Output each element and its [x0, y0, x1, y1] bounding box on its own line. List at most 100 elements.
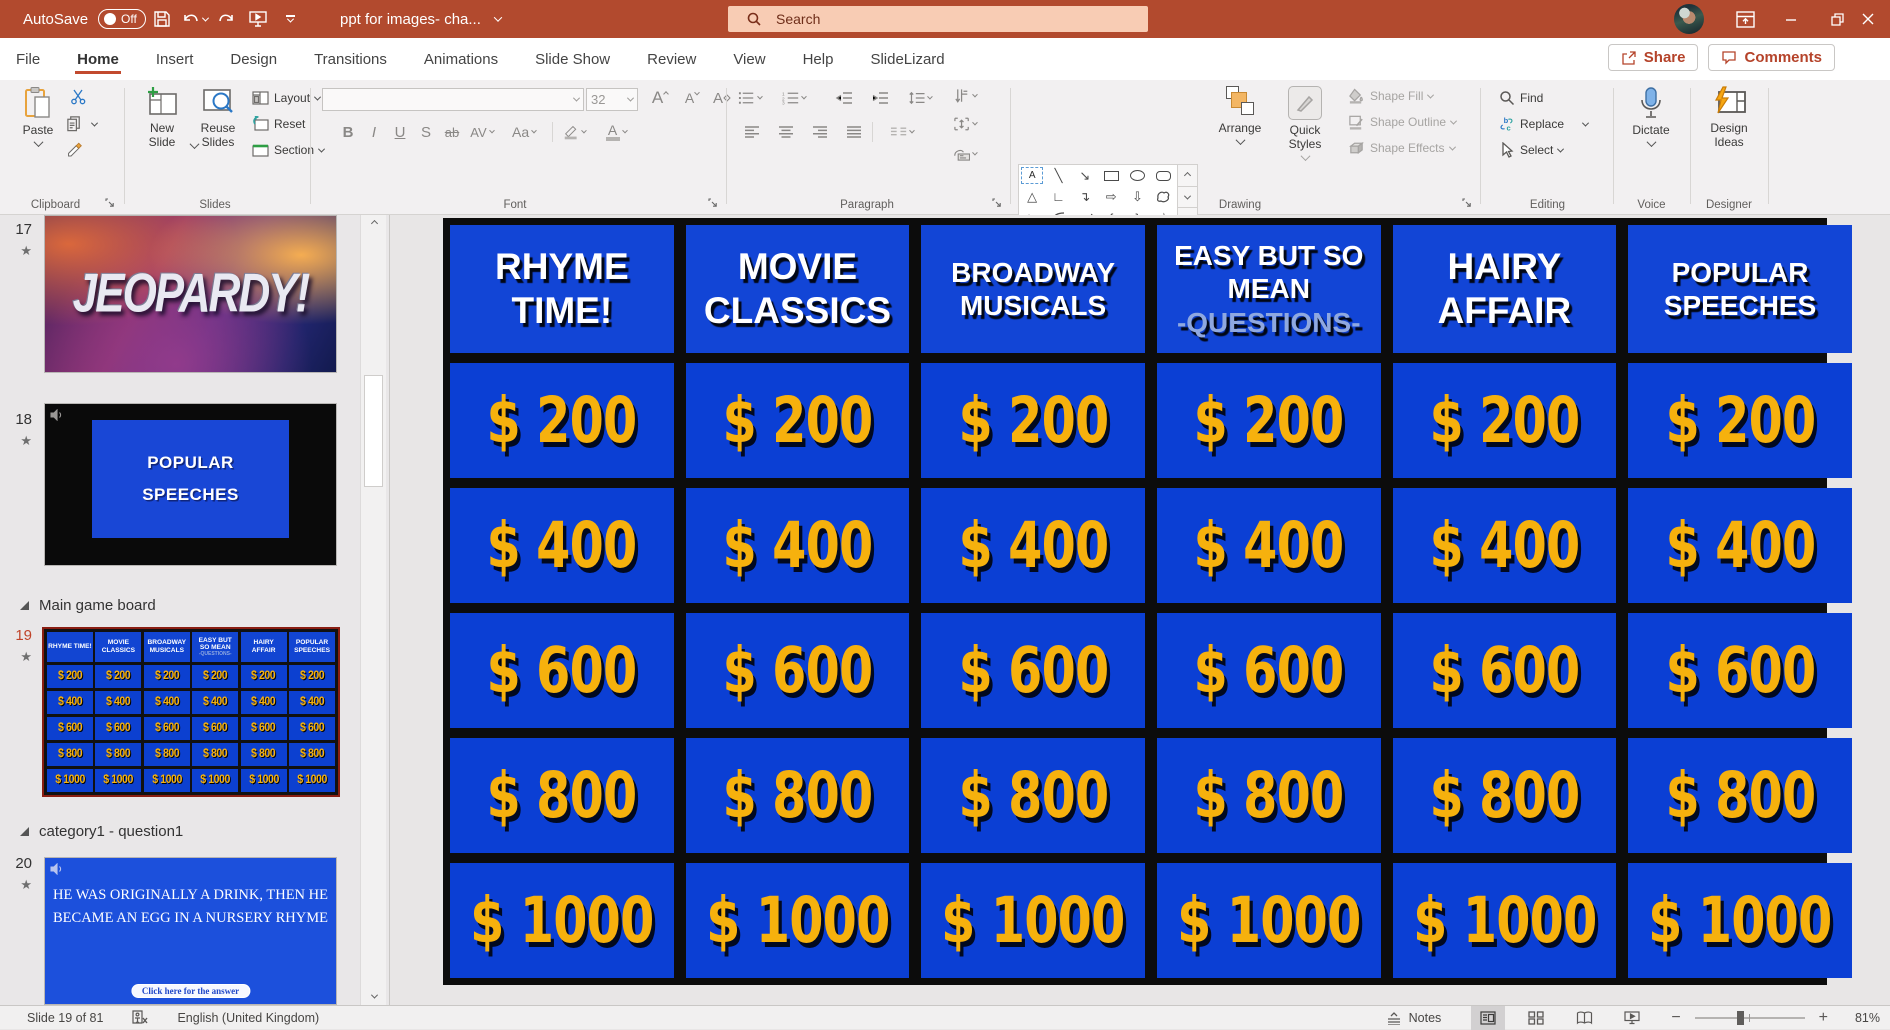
board-cell-800-col3[interactable]: $ 800	[921, 738, 1145, 853]
bullets-button[interactable]	[738, 86, 762, 110]
shape-triangle-icon[interactable]: △	[1019, 186, 1045, 207]
convert-to-smartart-button[interactable]	[953, 142, 977, 166]
category-header-1[interactable]: RHYME TIME!	[450, 225, 674, 353]
answer-link-button[interactable]: Click here for the answer	[131, 984, 250, 998]
cut-icon[interactable]	[70, 88, 87, 104]
tab-help[interactable]: Help	[801, 42, 836, 77]
autosave-toggle[interactable]: Off	[98, 9, 146, 29]
dictate-button[interactable]: Dictate	[1625, 86, 1677, 147]
columns-button[interactable]	[890, 120, 914, 144]
underline-button[interactable]: U	[388, 120, 412, 144]
numbering-button[interactable]: 123	[782, 86, 806, 110]
undo-button[interactable]	[178, 0, 210, 38]
format-painter-icon[interactable]	[66, 142, 83, 158]
drawing-dialog-launcher[interactable]	[1460, 196, 1474, 210]
board-cell-600-col5[interactable]: $ 600	[1393, 613, 1617, 728]
board-cell-400-col6[interactable]: $ 400	[1628, 488, 1852, 603]
board-cell-1000-col5[interactable]: $ 1000	[1393, 863, 1617, 978]
title-dropdown-icon[interactable]	[494, 13, 502, 21]
shape-oval-icon[interactable]	[1124, 165, 1150, 186]
align-text-button[interactable]	[953, 112, 977, 136]
language-indicator[interactable]: English (United Kingdom)	[177, 1011, 319, 1025]
share-button[interactable]: Share	[1608, 44, 1699, 71]
category-header-6[interactable]: POPULAR SPEECHES	[1628, 225, 1852, 353]
minimize-button[interactable]	[1768, 0, 1814, 38]
reset-button[interactable]: Reset	[252, 116, 305, 132]
board-cell-800-col4[interactable]: $ 800	[1157, 738, 1381, 853]
board-cell-800-col5[interactable]: $ 800	[1393, 738, 1617, 853]
category-header-4[interactable]: EASY BUT SO MEAN-QUESTIONS-	[1157, 225, 1381, 353]
board-cell-800-col1[interactable]: $ 800	[450, 738, 674, 853]
zoom-slider[interactable]	[1695, 1017, 1805, 1019]
tab-design[interactable]: Design	[228, 42, 279, 77]
tab-animations[interactable]: Animations	[422, 42, 500, 77]
close-button[interactable]	[1860, 0, 1890, 38]
slide-counter[interactable]: Slide 19 of 81	[27, 1011, 103, 1025]
slideshow-view-button[interactable]	[1615, 1006, 1649, 1030]
zoom-out-button[interactable]: −	[1671, 1009, 1680, 1027]
shape-elbow-connector-icon[interactable]: ∟	[1045, 186, 1071, 207]
tab-view[interactable]: View	[731, 42, 767, 77]
slide-19-thumbnail[interactable]: RHYME TIME!MOVIE CLASSICSBROADWAY MUSICA…	[42, 627, 340, 797]
shape-effects-button[interactable]: Shape Effects	[1348, 140, 1455, 156]
board-cell-400-col5[interactable]: $ 400	[1393, 488, 1617, 603]
shape-right-arrow-icon[interactable]: ⇨	[1098, 186, 1124, 207]
category-header-5[interactable]: HAIRY AFFAIR	[1393, 225, 1617, 353]
ribbon-display-options-button[interactable]	[1722, 0, 1768, 38]
category-header-2[interactable]: MOVIE CLASSICS	[686, 225, 910, 353]
section-button[interactable]: Section	[252, 142, 324, 158]
tab-insert[interactable]: Insert	[154, 42, 196, 77]
category-header-3[interactable]: BROADWAY MUSICALS	[921, 225, 1145, 353]
change-case-button[interactable]: Aa	[512, 120, 536, 144]
board-cell-400-col1[interactable]: $ 400	[450, 488, 674, 603]
copy-dropdown-icon[interactable]	[91, 120, 98, 127]
section-main-game-board[interactable]: Main game board	[20, 597, 156, 614]
scroll-up-arrow[interactable]	[361, 215, 387, 232]
board-cell-400-col4[interactable]: $ 400	[1157, 488, 1381, 603]
slide-17-thumbnail[interactable]: JEOPARDY!	[44, 215, 337, 373]
text-shadow-button[interactable]: S	[414, 120, 438, 144]
save-icon[interactable]	[146, 0, 178, 38]
decrease-font-size-button[interactable]: A	[680, 86, 704, 110]
accessibility-checker-icon[interactable]	[131, 1009, 149, 1028]
board-cell-400-col2[interactable]: $ 400	[686, 488, 910, 603]
line-spacing-button[interactable]	[908, 86, 932, 110]
quick-access-overflow-button[interactable]	[274, 0, 306, 38]
decrease-indent-button[interactable]	[832, 86, 856, 110]
board-cell-600-col3[interactable]: $ 600	[921, 613, 1145, 728]
tab-slidelizard[interactable]: SlideLizard	[868, 42, 946, 77]
quick-styles-button[interactable]: Quick Styles	[1276, 86, 1334, 161]
tab-home[interactable]: Home	[75, 42, 121, 77]
reuse-slides-button[interactable]: Reuse Slides	[192, 86, 244, 149]
scroll-down-arrow[interactable]	[361, 988, 387, 1005]
design-ideas-button[interactable]: Design Ideas	[1700, 86, 1758, 149]
shape-down-arrow-icon[interactable]: ⇩	[1124, 186, 1150, 207]
board-cell-200-col1[interactable]: $ 200	[450, 363, 674, 478]
board-cell-1000-col6[interactable]: $ 1000	[1628, 863, 1852, 978]
shape-fill-button[interactable]: Shape Fill	[1348, 88, 1433, 104]
align-right-button[interactable]	[808, 120, 832, 144]
strikethrough-button[interactable]: ab	[440, 120, 464, 144]
paste-button[interactable]: Paste	[14, 86, 62, 147]
document-title[interactable]: ppt for images- cha...	[340, 11, 481, 28]
select-button[interactable]: Select	[1498, 142, 1563, 158]
start-slideshow-icon[interactable]	[242, 0, 274, 38]
increase-font-size-button[interactable]: A	[648, 86, 672, 110]
board-cell-1000-col1[interactable]: $ 1000	[450, 863, 674, 978]
board-cell-200-col5[interactable]: $ 200	[1393, 363, 1617, 478]
justify-button[interactable]	[842, 120, 866, 144]
board-cell-200-col2[interactable]: $ 200	[686, 363, 910, 478]
bold-button[interactable]: B	[343, 124, 354, 141]
board-cell-200-col3[interactable]: $ 200	[921, 363, 1145, 478]
board-cell-200-col6[interactable]: $ 200	[1628, 363, 1852, 478]
shape-gallery-scroll-up[interactable]	[1178, 165, 1197, 186]
board-cell-600-col6[interactable]: $ 600	[1628, 613, 1852, 728]
user-avatar[interactable]	[1674, 4, 1704, 34]
font-dialog-launcher[interactable]	[706, 196, 720, 210]
find-button[interactable]: Find	[1498, 90, 1543, 106]
notes-button[interactable]: Notes	[1386, 1011, 1442, 1025]
zoom-in-button[interactable]: +	[1819, 1009, 1828, 1027]
tab-transitions[interactable]: Transitions	[312, 42, 389, 77]
shape-rectangle-icon[interactable]	[1098, 165, 1124, 186]
zoom-percentage[interactable]: 81%	[1842, 1011, 1880, 1025]
